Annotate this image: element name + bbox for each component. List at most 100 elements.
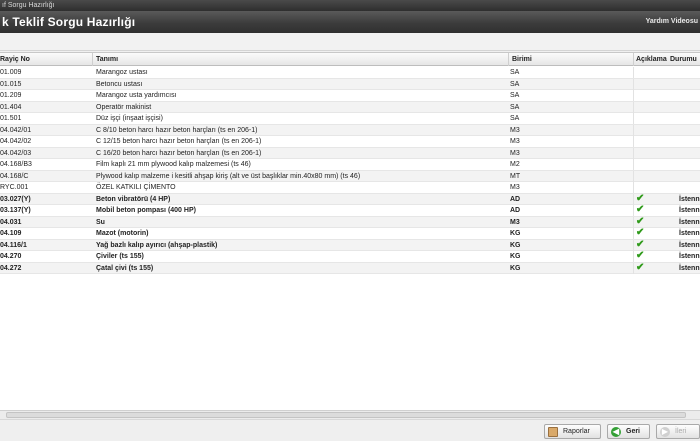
- table-row[interactable]: 03.027(Y) Beton vibratörü (4 HP) AD İstenn ✔: [0, 193, 700, 205]
- checkmark-icon[interactable]: ✔: [636, 240, 650, 250]
- table-row[interactable]: 04.116/1 Yağ bazlı kalıp ayırıcı (ahşap-p…: [0, 239, 700, 251]
- row-code: 04.168/B3: [0, 161, 32, 168]
- cell-divider: [633, 216, 634, 228]
- col-divider[interactable]: [92, 53, 93, 66]
- table-row[interactable]: 04.270 Çiviler (ts 155) KG İstenn ✔: [0, 251, 700, 263]
- next-button[interactable]: ▶ İleri: [656, 424, 700, 439]
- row-code: 04.272: [0, 264, 22, 272]
- cell-divider: [633, 159, 634, 170]
- row-code: 04.042/01: [0, 126, 32, 134]
- cell-divider: [633, 78, 634, 90]
- col-header-status[interactable]: Durumu: [670, 56, 697, 63]
- row-unit: M3: [510, 184, 520, 191]
- row-unit: SA: [510, 92, 520, 99]
- back-label: Geri: [626, 428, 641, 435]
- help-video-link[interactable]: Yardım Videosu: [646, 18, 698, 25]
- row-code: 01.009: [0, 69, 22, 76]
- cell-divider: [633, 67, 634, 78]
- table-row[interactable]: 01.501 Düz işçi (inşaat işçisi) SA: [0, 113, 700, 125]
- row-code: 04.042/03: [0, 149, 32, 157]
- row-code: 04.042/02: [0, 138, 32, 145]
- row-unit: M3: [510, 149, 520, 157]
- table-row[interactable]: 04.272 Çatal çivi (ts 155) KG İstenn ✔: [0, 262, 700, 274]
- row-code: 03.027(Y): [0, 195, 31, 203]
- row-status: İstenn: [679, 218, 700, 226]
- row-name: Çiviler (ts 155): [96, 253, 144, 260]
- cell-divider: [633, 205, 634, 216]
- cell-divider: [633, 251, 634, 262]
- table-row[interactable]: 01.404 Operatör makinist SA: [0, 101, 700, 113]
- row-name: C 8/10 beton harcı hazır beton harçları …: [96, 126, 258, 134]
- table-row[interactable]: 01.015 Betoncu ustası SA: [0, 78, 700, 90]
- table-row[interactable]: 01.209 Marangoz usta yardımcısı SA: [0, 90, 700, 102]
- window-title: ıf Sorgu Hazırlığı: [2, 2, 55, 9]
- row-status: İstenn: [679, 264, 700, 272]
- items-table: Rayiç No Tanımı Birimi Açıklama Durumu 0…: [0, 52, 700, 410]
- row-unit: SA: [510, 115, 520, 122]
- row-code: 01.501: [0, 115, 22, 122]
- reports-label: Raporlar: [563, 428, 590, 435]
- row-unit: KG: [510, 264, 521, 272]
- col-header-name[interactable]: Tanımı: [96, 56, 118, 63]
- row-unit: KG: [510, 253, 521, 260]
- checkmark-icon[interactable]: ✔: [636, 217, 650, 227]
- col-divider[interactable]: [508, 53, 509, 66]
- col-header-code[interactable]: Rayiç No: [0, 56, 30, 63]
- cell-divider: [633, 182, 634, 193]
- table-row[interactable]: 04.031 Su M3 İstenn ✔: [0, 216, 700, 228]
- table-row[interactable]: 04.168/B3 Film kaplı 21 mm plywood kalıp …: [0, 159, 700, 171]
- cell-divider: [633, 101, 634, 113]
- arrow-right-icon: ▶: [660, 427, 670, 437]
- row-code: 04.168/C: [0, 172, 29, 180]
- row-name: Film kaplı 21 mm plywood kalıp malzemesi…: [96, 161, 251, 168]
- row-code: 01.209: [0, 92, 22, 99]
- table-row[interactable]: 04.168/C Plywood kalıp malzeme i kesitli …: [0, 170, 700, 182]
- checkmark-icon[interactable]: ✔: [636, 205, 650, 215]
- cell-divider: [633, 147, 634, 159]
- table-row[interactable]: 04.109 Mazot (motorin) KG İstenn ✔: [0, 228, 700, 240]
- back-button[interactable]: ◀ Geri: [607, 424, 650, 439]
- checkmark-icon[interactable]: ✔: [636, 228, 650, 238]
- cell-divider: [633, 90, 634, 101]
- row-status: İstenn: [679, 253, 700, 260]
- row-unit: SA: [510, 103, 520, 111]
- checkmark-icon[interactable]: ✔: [636, 251, 650, 261]
- row-unit: MT: [510, 172, 521, 180]
- table-row[interactable]: 01.009 Marangoz ustası SA: [0, 67, 700, 79]
- row-name: Su: [96, 218, 105, 226]
- row-name: Betoncu ustası: [96, 80, 143, 88]
- row-code: 03.137(Y): [0, 207, 31, 214]
- table-row[interactable]: 03.137(Y) Mobil beton pompası (400 HP) AD İ…: [0, 205, 700, 217]
- table-row[interactable]: 04.042/03 C 16/20 beton harcı hazır beton…: [0, 147, 700, 159]
- table-row[interactable]: RYC.001 ÖZEL KATKILI ÇİMENTO M3: [0, 182, 700, 194]
- arrow-left-icon: ◀: [611, 427, 621, 437]
- table-body: 01.009 Marangoz ustası SA 01.015 Betoncu ust…: [0, 67, 700, 274]
- cell-divider: [633, 170, 634, 182]
- page-title: k Teklif Sorgu Hazırlığı: [2, 15, 136, 29]
- table-row[interactable]: 04.042/01 C 8/10 beton harcı hazır beton …: [0, 124, 700, 136]
- reports-button[interactable]: Raporlar: [544, 424, 601, 439]
- row-unit: M3: [510, 126, 520, 134]
- row-unit: KG: [510, 230, 521, 237]
- row-name: ÖZEL KATKILI ÇİMENTO: [96, 184, 176, 191]
- row-code: RYC.001: [0, 184, 29, 191]
- row-name: Beton vibratörü (4 HP): [96, 195, 171, 203]
- cell-divider: [633, 262, 634, 274]
- col-divider[interactable]: [633, 53, 634, 66]
- checkmark-icon[interactable]: ✔: [636, 263, 650, 273]
- table-row[interactable]: 04.042/02 C 12/15 beton harcı hazır beton…: [0, 136, 700, 148]
- horizontal-scrollbar[interactable]: [0, 410, 700, 419]
- cell-divider: [633, 113, 634, 124]
- scrollbar-thumb[interactable]: [6, 412, 686, 418]
- col-header-unit[interactable]: Birimi: [512, 56, 532, 63]
- checkmark-icon[interactable]: ✔: [636, 194, 650, 204]
- row-status: İstenn: [679, 207, 700, 214]
- row-code: 04.116/1: [0, 241, 27, 249]
- row-unit: SA: [510, 80, 520, 88]
- row-status: İstenn: [679, 195, 700, 203]
- col-header-description[interactable]: Açıklama: [636, 56, 667, 63]
- table-header: Rayiç No Tanımı Birimi Açıklama Durumu: [0, 53, 700, 66]
- row-name: C 12/15 beton harcı hazır beton harçları…: [96, 138, 262, 145]
- row-code: 01.015: [0, 80, 22, 88]
- row-unit: KG: [510, 241, 521, 249]
